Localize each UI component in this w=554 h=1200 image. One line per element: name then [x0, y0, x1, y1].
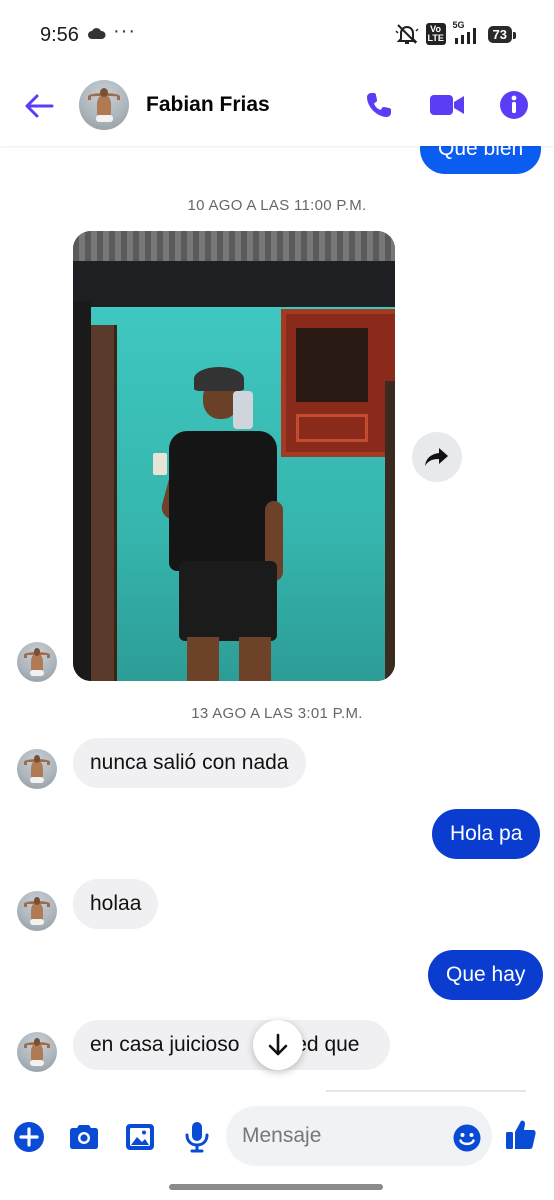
status-bar: 9:56 ··· Vo LTE 5G 73: [0, 0, 554, 66]
conversation-header: Fabian Frias: [0, 66, 554, 146]
volte-badge: Vo LTE: [425, 23, 446, 45]
share-arrow-icon: [425, 448, 448, 466]
outgoing-message[interactable]: Que hay: [428, 950, 544, 1000]
photo-message[interactable]: [73, 231, 395, 681]
scroll-to-bottom-button[interactable]: [253, 1020, 303, 1070]
status-time: 9:56: [40, 24, 79, 46]
status-right-group: Vo LTE 5G 73: [395, 20, 517, 45]
timestamp: 13 AGO A LAS 3:01 P.M.: [191, 705, 363, 722]
outgoing-message[interactable]: Hola pa: [432, 809, 541, 859]
incoming-message[interactable]: holaa: [73, 879, 159, 929]
emoji-icon[interactable]: [452, 1123, 482, 1153]
signal-icon: [454, 28, 476, 44]
contact-avatar[interactable]: [79, 80, 129, 130]
incoming-message[interactable]: en casa juicioso ted que: [73, 1020, 390, 1070]
silent-bell-icon: [395, 24, 419, 44]
battery-indicator: 73: [487, 25, 517, 43]
thumbs-up-icon[interactable]: [504, 1118, 538, 1152]
sender-avatar[interactable]: [17, 642, 57, 682]
contact-name[interactable]: Fabian Frias: [146, 93, 270, 117]
home-indicator[interactable]: [169, 1184, 383, 1190]
outgoing-message[interactable]: Que bien: [420, 146, 542, 174]
divider: [326, 1090, 526, 1092]
composer-bar: [0, 1100, 554, 1174]
plus-icon[interactable]: [12, 1120, 46, 1154]
sender-avatar[interactable]: [17, 891, 57, 931]
video-camera-icon[interactable]: [429, 92, 465, 118]
cloud-icon: [88, 28, 106, 39]
message-list[interactable]: Que bien 10 AGO A LAS 11:00 P.M. 13 AGO …: [0, 146, 554, 1090]
signal-group: 5G: [453, 20, 481, 44]
status-overflow: ···: [113, 20, 136, 42]
sender-avatar[interactable]: [17, 749, 57, 789]
incoming-message-text-a: en casa juicioso: [90, 1033, 240, 1056]
microphone-icon[interactable]: [180, 1120, 214, 1154]
back-arrow-icon[interactable]: [22, 90, 56, 122]
incoming-message[interactable]: nunca salió con nada: [73, 738, 306, 788]
sender-avatar[interactable]: [17, 1032, 57, 1072]
timestamp: 10 AGO A LAS 11:00 P.M.: [187, 197, 367, 214]
share-button[interactable]: [412, 432, 462, 482]
phone-icon[interactable]: [364, 90, 394, 120]
camera-icon[interactable]: [67, 1120, 101, 1154]
arrow-down-icon: [268, 1033, 288, 1056]
gallery-icon[interactable]: [123, 1120, 157, 1154]
info-icon[interactable]: [499, 90, 529, 120]
